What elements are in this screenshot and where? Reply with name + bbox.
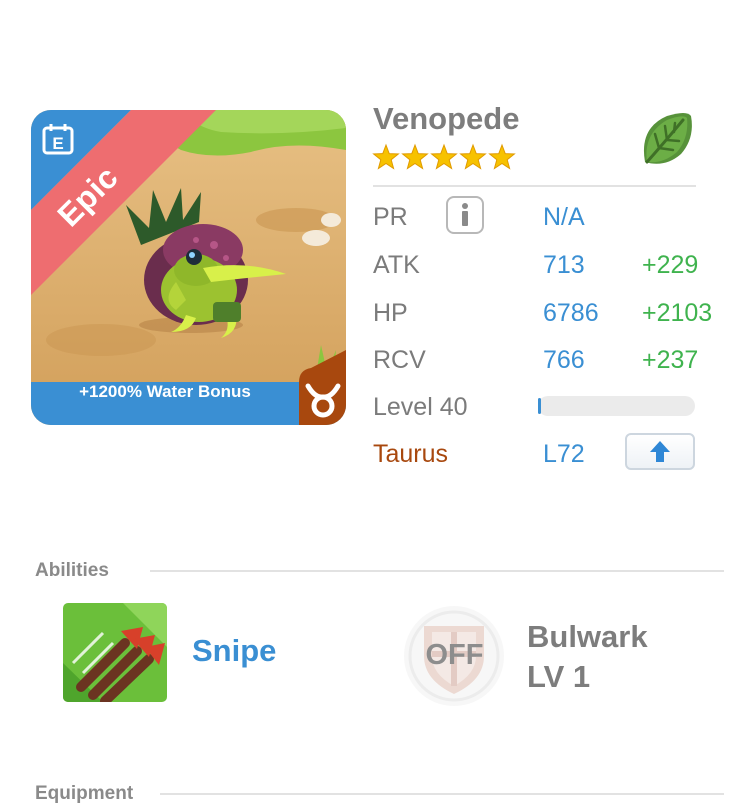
element-bonus-label: +1200% Water Bonus [79, 382, 251, 401]
snipe-ability-icon[interactable] [63, 603, 167, 702]
pr-value: N/A [543, 203, 585, 231]
bulwark-ability-icon[interactable]: OFF [402, 604, 507, 709]
atk-bonus: +229 [642, 251, 699, 279]
svg-text:E: E [52, 134, 63, 153]
monster-portrait-art [31, 110, 346, 425]
bulwark-ability-name[interactable]: Bulwark [527, 619, 648, 655]
stats-divider [373, 185, 696, 187]
star-rating [372, 143, 522, 178]
star-icon [372, 143, 400, 170]
monster-name: Venopede [373, 101, 520, 136]
info-icon [462, 203, 468, 226]
abilities-section-title: Abilities [35, 560, 109, 581]
star-icon [430, 143, 458, 170]
star-icon [488, 143, 516, 170]
star-icon [459, 143, 487, 170]
snipe-ability-name[interactable]: Snipe [192, 633, 276, 669]
zodiac-level-value: L72 [543, 440, 585, 468]
event-calendar-icon: E [41, 122, 75, 156]
level-label: Level 40 [373, 393, 468, 421]
leaf-icon [637, 110, 695, 168]
ability-off-badge: OFF [425, 639, 484, 671]
level-progress-bar [538, 396, 695, 416]
atk-value: 713 [543, 251, 585, 279]
rcv-label: RCV [373, 346, 426, 374]
bulwark-ability-level: LV 1 [527, 659, 591, 694]
zodiac-upgrade-button[interactable] [625, 433, 695, 470]
taurus-icon [303, 380, 343, 420]
equipment-divider [160, 793, 724, 795]
level-progress-fill [538, 398, 542, 414]
star-icon [401, 143, 429, 170]
zodiac-sign-label: Taurus [373, 440, 449, 468]
hp-label: HP [373, 299, 408, 327]
rcv-bonus: +237 [642, 346, 699, 374]
pr-label: PR [373, 203, 408, 231]
atk-label: ATK [373, 251, 420, 279]
hp-bonus: +2103 [642, 299, 713, 327]
arrows-icon [63, 603, 167, 702]
rcv-value: 766 [543, 346, 585, 374]
hp-value: 6786 [543, 299, 599, 327]
arrow-up-icon [650, 441, 670, 462]
pr-info-button[interactable] [446, 196, 484, 234]
equipment-section-title: Equipment [35, 783, 134, 804]
monster-portrait-card[interactable]: E [31, 110, 346, 425]
abilities-divider [150, 570, 724, 572]
